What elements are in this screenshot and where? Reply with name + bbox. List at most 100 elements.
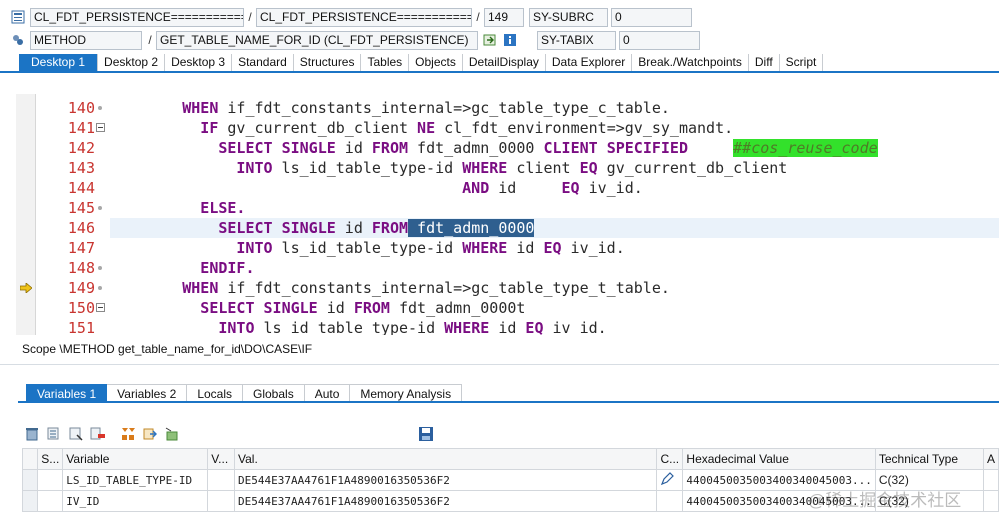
code-token: if_fdt_constants_internal=>gc_table_type… — [218, 99, 670, 117]
keyword-token: WHERE — [462, 239, 508, 257]
column-header[interactable]: Val. — [233, 448, 658, 470]
code-token: ls_id_table_type-id — [272, 159, 463, 177]
grid-header-row: S... Variable V... Val. C... Hexadecimal… — [21, 448, 999, 470]
variable-name-cell[interactable]: IV_ID — [62, 490, 209, 512]
tab-desktop-1[interactable]: Desktop 2 — [98, 54, 166, 71]
delete-all-icon[interactable] — [45, 425, 63, 443]
tab-desktop-5[interactable]: Tables — [361, 54, 410, 71]
row-selector[interactable] — [21, 469, 39, 491]
keyword-token: INTO — [218, 319, 255, 335]
code-token: id — [489, 179, 562, 197]
code-token: fdt_admn_0000t — [389, 299, 526, 317]
tab-desktop-7[interactable]: DetailDisplay — [462, 54, 546, 71]
line-number: 144 — [67, 179, 95, 197]
filter-icon[interactable] — [163, 425, 181, 443]
code-token: cl_fdt_environment=>gv_sy_mandt. — [435, 119, 734, 137]
tab-variables-3[interactable]: Globals — [243, 384, 305, 402]
code-token: iv_id. — [561, 239, 625, 257]
code-text: INTO ls_id_table_type-id WHERE id EQ iv_… — [218, 318, 606, 335]
line-number: 143 — [67, 159, 95, 177]
keyword-token: EQ — [561, 179, 580, 197]
desktop-tab-strip: Desktop 1 Desktop 2 Desktop 3 Standard Struc… — [0, 54, 999, 73]
fold-marker-icon — [98, 206, 102, 210]
line-number: 148 — [67, 259, 95, 277]
navigate-icon[interactable] — [482, 32, 498, 48]
keyword-token: SELECT SINGLE — [218, 219, 336, 237]
row-selector[interactable] — [21, 490, 39, 512]
expand-icon[interactable] — [119, 425, 137, 443]
line-number: 146 — [67, 219, 95, 237]
tab-desktop-2[interactable]: Desktop 3 — [165, 54, 233, 71]
line-number-field[interactable]: 149 — [484, 7, 524, 27]
program-field[interactable]: CL_FDT_PERSISTENCE===========... — [30, 7, 244, 27]
row-selector-header[interactable] — [21, 448, 39, 470]
event-name-field[interactable]: GET_TABLE_NAME_FOR_ID (CL_FDT_PERSISTENC… — [156, 30, 478, 50]
insert-row-icon[interactable] — [67, 425, 85, 443]
tab-variables-0[interactable]: Variables 1 — [26, 384, 108, 402]
tab-variables-5[interactable]: Memory Analysis — [350, 384, 463, 402]
value-cell[interactable]: DE544E37AA4761F1A4890016350536F2 — [233, 490, 658, 512]
sysfield-value-2[interactable]: 0 — [619, 30, 700, 50]
line-number: 147 — [67, 239, 95, 257]
variable-name-cell[interactable]: LS_ID_TABLE_TYPE-ID — [62, 469, 209, 491]
column-header[interactable]: C... — [656, 448, 684, 470]
code-text: AND id EQ iv_id. — [462, 178, 643, 198]
column-header[interactable]: S... — [37, 448, 64, 470]
line-number: 150 — [67, 299, 95, 317]
source-code-editor[interactable]: 140 WHEN if_fdt_constants_internal=>gc_ta… — [16, 94, 999, 335]
keyword-token: FROM — [371, 139, 409, 157]
fold-marker-icon — [98, 266, 102, 270]
remove-row-icon[interactable] — [89, 425, 107, 443]
value-cell[interactable]: DE544E37AA4761F1A4890016350536F2 — [233, 469, 658, 491]
export-icon[interactable] — [141, 425, 159, 443]
code-text: INTO ls_id_table_type-id WHERE client EQ… — [236, 158, 787, 178]
include-field[interactable]: CL_FDT_PERSISTENCE============... — [256, 7, 472, 27]
column-header[interactable]: Technical Type — [874, 448, 984, 470]
collapse-icon[interactable] — [96, 303, 105, 312]
code-text: WHEN if_fdt_constants_internal=>gc_table… — [182, 278, 670, 298]
debugger-header-row-1: CL_FDT_PERSISTENCE===========... / CL_FD… — [0, 6, 999, 28]
change-value-icon[interactable] — [656, 469, 684, 491]
event-type-field[interactable]: METHOD — [30, 30, 142, 50]
tab-variables-4[interactable]: Auto — [304, 384, 351, 402]
tab-desktop-0[interactable]: Desktop 1 — [19, 54, 99, 71]
column-header[interactable]: Variable — [62, 448, 209, 470]
scope-label: Scope \METHOD get_table_name_for_id\DO\C… — [22, 342, 313, 356]
column-header[interactable]: A — [982, 448, 999, 470]
variable-tab-strip: Variables 1 Variables 2 Locals Globals Auto M… — [26, 384, 463, 402]
tab-variables-1[interactable]: Variables 2 — [107, 384, 188, 402]
code-token: id — [317, 299, 354, 317]
keyword-token: FROM — [353, 299, 390, 317]
column-header[interactable]: Hexadecimal Value — [682, 448, 876, 470]
save-icon[interactable] — [417, 425, 435, 443]
collapse-icon[interactable] — [96, 123, 105, 132]
tab-desktop-8[interactable]: Data Explorer — [545, 54, 633, 71]
sysfield-value-1[interactable]: 0 — [611, 7, 692, 27]
sysfield-name-1[interactable]: SY-SUBRC — [529, 7, 608, 27]
code-text: SELECT SINGLE id FROM fdt_admn_0000 CLIE… — [218, 138, 878, 158]
tab-desktop-11[interactable]: Script — [779, 54, 824, 71]
line-number: 149 — [67, 279, 95, 297]
code-line[interactable] — [16, 258, 999, 278]
column-header[interactable]: V... — [207, 448, 235, 470]
keyword-token: ELSE. — [200, 199, 246, 217]
code-text: ELSE. — [200, 198, 245, 218]
tab-desktop-3[interactable]: Standard — [232, 54, 294, 71]
tab-desktop-6[interactable]: Objects — [409, 54, 463, 71]
delete-icon[interactable] — [23, 425, 41, 443]
tab-desktop-9[interactable]: Break./Watchpoints — [632, 54, 749, 71]
tab-desktop-10[interactable]: Diff — [748, 54, 780, 71]
tab-desktop-4[interactable]: Structures — [293, 54, 362, 71]
keyword-token: EQ — [525, 319, 544, 335]
keyword-token: WHEN — [182, 99, 219, 117]
code-token: gv_current_db_client — [218, 119, 418, 137]
fold-marker-icon — [98, 286, 102, 290]
pane-divider[interactable] — [0, 364, 999, 365]
code-text: ENDIF. — [200, 258, 254, 278]
code-line[interactable] — [16, 198, 999, 218]
sysfield-name-2[interactable]: SY-TABIX — [537, 30, 616, 50]
tab-variables-2[interactable]: Locals — [187, 384, 243, 402]
info-icon[interactable] — [502, 32, 518, 48]
code-token: client — [507, 159, 580, 177]
line-number: 141 — [67, 119, 95, 137]
